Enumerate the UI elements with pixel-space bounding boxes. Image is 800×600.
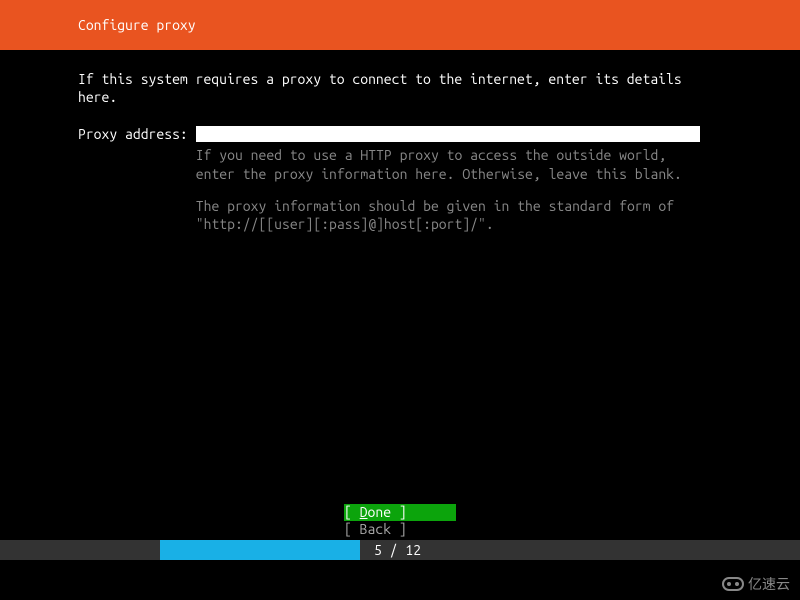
main-content: If this system requires a proxy to conne… [0, 50, 800, 247]
progress-text: 5 / 12 [374, 542, 421, 558]
cloud-icon [722, 577, 744, 591]
progress-fill [160, 540, 360, 560]
proxy-input-area: If you need to use a HTTP proxy to acces… [196, 126, 722, 247]
page-title: Configure proxy [78, 17, 196, 33]
watermark: 亿速云 [722, 574, 790, 594]
watermark-text: 亿速云 [748, 574, 790, 594]
back-button[interactable]: [ Back ] [344, 521, 456, 538]
progress-bar: 5 / 12 [0, 540, 800, 560]
button-group: [ Done ] [ Back ] [0, 504, 800, 538]
done-button[interactable]: [ Done ] [344, 504, 456, 521]
help-para-2: The proxy information should be given in… [196, 197, 700, 233]
header-bar: Configure proxy [0, 0, 800, 50]
intro-text: If this system requires a proxy to conne… [78, 70, 722, 106]
proxy-label: Proxy address: [78, 126, 188, 142]
proxy-address-input[interactable] [196, 126, 700, 142]
help-para-1: If you need to use a HTTP proxy to acces… [196, 146, 700, 182]
proxy-help-text: If you need to use a HTTP proxy to acces… [196, 146, 700, 233]
proxy-field-row: Proxy address: If you need to use a HTTP… [78, 126, 722, 247]
